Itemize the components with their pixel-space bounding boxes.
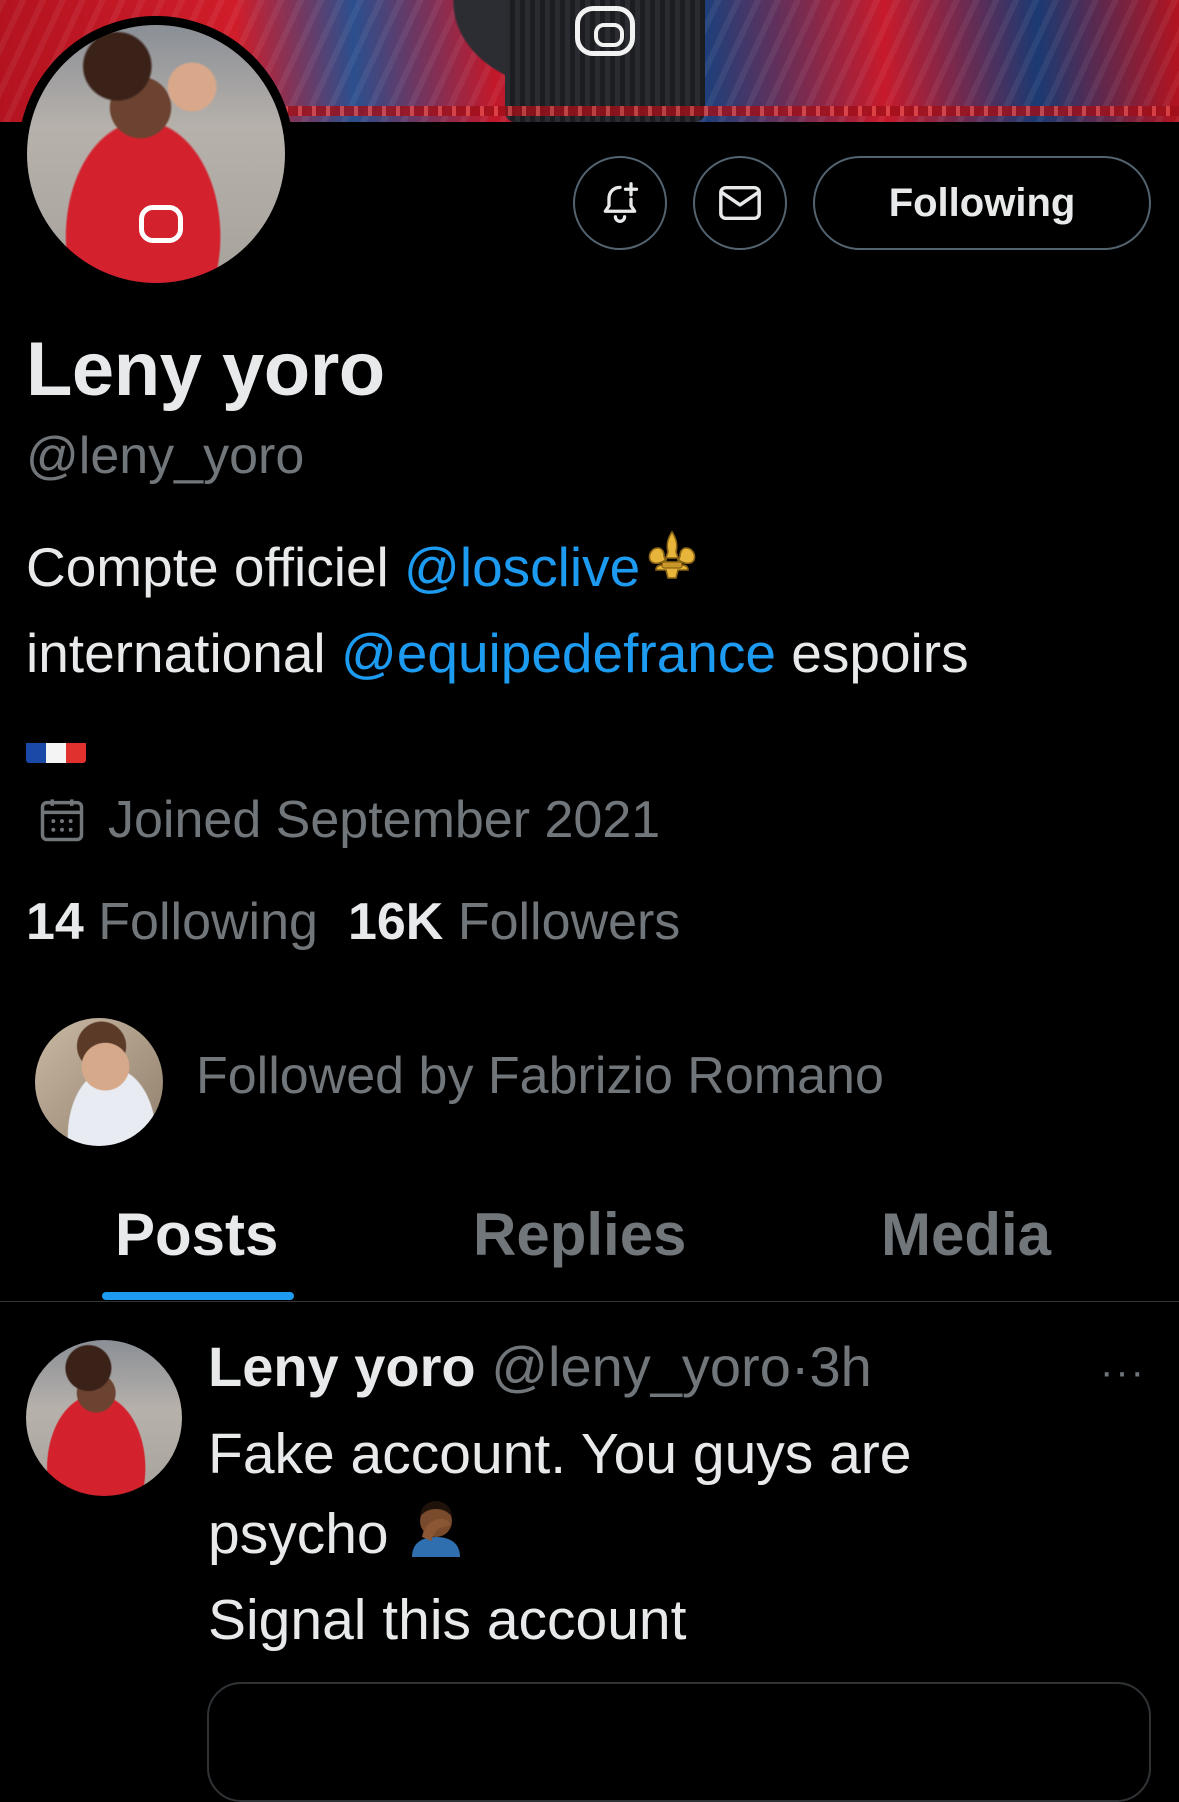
- mention-equipedefrance-link[interactable]: @equipedefrance: [341, 622, 776, 684]
- banner-frame: [260, 106, 1179, 116]
- bio-text: espoirs: [775, 622, 969, 685]
- post-author-avatar[interactable]: [26, 1340, 182, 1496]
- profile-handle: @leny_yoro: [26, 427, 305, 485]
- fleur-de-lis-emoji-icon: [644, 530, 700, 612]
- profile-bio: Compte officiel @losclive international …: [26, 526, 1146, 776]
- france-flag-emoji-icon: [26, 723, 86, 763]
- joined-text: Joined September 2021: [108, 791, 661, 849]
- post-line-2-text: psycho: [208, 1502, 405, 1566]
- mail-icon: [719, 185, 761, 221]
- profile-avatar[interactable]: [18, 16, 294, 292]
- profile-name: Leny yoro: [26, 327, 385, 412]
- facepalm-emoji-icon: [404, 1495, 468, 1580]
- more-options-icon[interactable]: ···: [1100, 1350, 1146, 1395]
- post-author-name[interactable]: Leny yoro: [208, 1335, 476, 1398]
- post-line-1: Fake account. You guys are: [208, 1422, 912, 1486]
- followers-count-link[interactable]: 16K Followers: [348, 893, 680, 951]
- tab-media[interactable]: Media: [881, 1200, 1051, 1269]
- follow-counts: 14 Following 16K Followers: [26, 892, 680, 952]
- post-separator: ·: [790, 1335, 810, 1398]
- calendar-icon: [40, 799, 84, 842]
- followers-label: Followers: [457, 893, 681, 951]
- post-header: Leny yoro @leny_yoro·3h: [208, 1334, 872, 1399]
- bio-line-3: [26, 694, 1146, 776]
- followed-by-text[interactable]: Followed by Fabrizio Romano: [196, 1046, 884, 1106]
- notifications-button[interactable]: [573, 156, 667, 250]
- banner-club-logo: [575, 6, 635, 56]
- profile-avatar-image: [27, 25, 285, 283]
- following-count: 14: [26, 893, 84, 951]
- post-line-2: psycho: [208, 1494, 1148, 1580]
- following-label: Following: [98, 893, 318, 951]
- bell-plus-icon: [603, 182, 639, 223]
- post-line-3: Signal this account: [208, 1588, 687, 1653]
- bio-text: international: [26, 622, 341, 685]
- followed-by-avatar[interactable]: [35, 1018, 163, 1146]
- following-count-link[interactable]: 14 Following: [26, 893, 318, 951]
- post-author-handle[interactable]: @leny_yoro: [491, 1335, 791, 1398]
- post-text: Fake account. You guys are psycho Signal…: [208, 1414, 1148, 1660]
- following-button[interactable]: Following: [813, 156, 1151, 250]
- tab-replies[interactable]: Replies: [473, 1200, 686, 1269]
- tab-posts[interactable]: Posts: [115, 1200, 278, 1269]
- tab-divider: [0, 1301, 1179, 1302]
- post-time[interactable]: 3h: [810, 1335, 872, 1398]
- quoted-post-card[interactable]: [207, 1682, 1151, 1802]
- active-tab-indicator: [102, 1292, 294, 1300]
- bio-text: Compte officiel: [26, 536, 405, 598]
- joined-date: Joined September 2021: [36, 790, 660, 850]
- mention-losclive-link[interactable]: @losclive: [404, 536, 640, 598]
- bio-line-2: international @equipedefrance espoirs: [26, 612, 1146, 694]
- bio-line-1: Compte officiel @losclive: [26, 526, 1146, 612]
- followers-count: 16K: [347, 893, 444, 951]
- message-button[interactable]: [693, 156, 787, 250]
